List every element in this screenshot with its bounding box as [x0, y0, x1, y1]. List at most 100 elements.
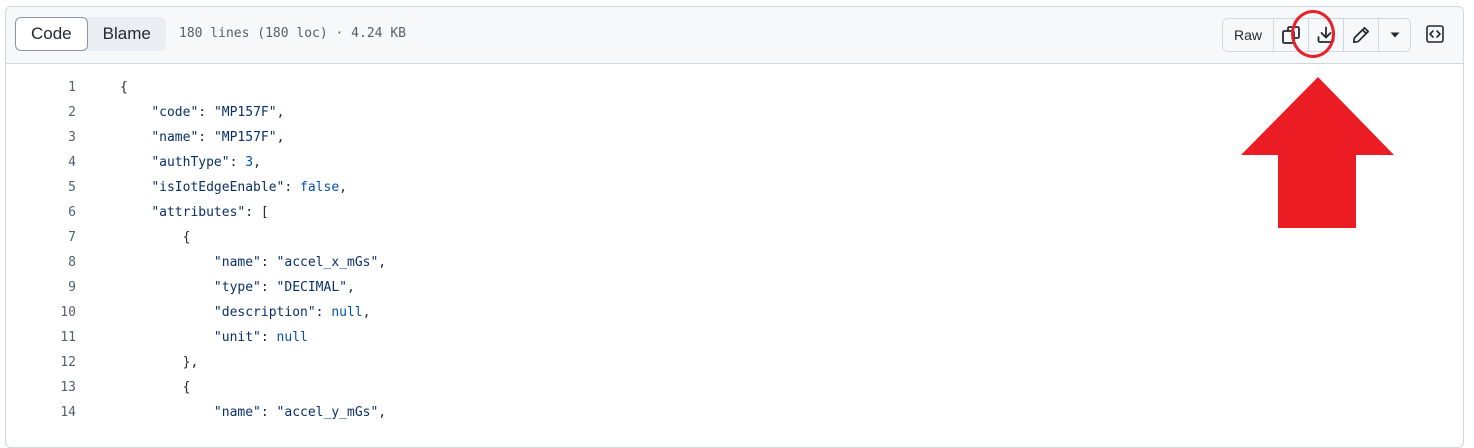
code-token: , [378, 405, 387, 420]
line-number[interactable]: 3 [6, 130, 76, 145]
line-content: "name": "MP157F", [76, 130, 284, 145]
triangle-down-icon [1390, 32, 1399, 38]
code-line: 4 "authType": 3, [6, 150, 1463, 175]
code-line: 8 "name": "accel_x_mGs", [6, 250, 1463, 275]
code-token: , [347, 280, 355, 295]
code-token: : [ [245, 205, 269, 220]
code-token: : [260, 280, 277, 295]
code-token: : [229, 155, 246, 170]
code-token: "authType" [151, 155, 230, 170]
tab-blame[interactable]: Blame [88, 17, 166, 51]
line-number[interactable]: 10 [6, 305, 76, 320]
line-content: "isIotEdgeEnable": false, [76, 180, 347, 195]
code-token: , [339, 180, 347, 195]
line-number[interactable]: 12 [6, 355, 76, 370]
code-token: : [284, 180, 301, 195]
code-line: 1{ [6, 75, 1463, 100]
code-token: , [253, 155, 261, 170]
code-line: 7 { [6, 225, 1463, 250]
code-token: , [362, 305, 371, 320]
line-number[interactable]: 13 [6, 380, 76, 395]
code-token: { [182, 380, 191, 395]
line-content: }, [76, 355, 199, 370]
code-token: "name" [213, 405, 261, 420]
code-token: null [331, 305, 363, 320]
code-token: , [378, 255, 387, 270]
code-line: 2 "code": "MP157F", [6, 100, 1463, 125]
code-token: 3 [245, 155, 254, 170]
code-token: "DECIMAL" [276, 280, 347, 295]
edit-button[interactable] [1343, 19, 1378, 51]
code-token: "name" [213, 255, 261, 270]
line-number[interactable]: 11 [6, 330, 76, 345]
line-number[interactable]: 1 [6, 80, 76, 95]
code-line: 10 "description": null, [6, 300, 1463, 325]
line-content: "description": null, [76, 305, 371, 320]
code-line: 3 "name": "MP157F", [6, 125, 1463, 150]
code-token: false [300, 180, 340, 195]
line-number[interactable]: 6 [6, 205, 76, 220]
line-content: { [76, 230, 191, 245]
line-content: "unit": null [76, 330, 308, 345]
line-content: "type": "DECIMAL", [76, 280, 355, 295]
code-token: : [260, 255, 277, 270]
view-toggle: Code Blame [15, 17, 166, 51]
code-token: null [276, 330, 308, 345]
line-number[interactable]: 4 [6, 155, 76, 170]
raw-button[interactable]: Raw [1223, 19, 1273, 51]
code-token: "MP157F" [213, 130, 277, 145]
tab-code[interactable]: Code [15, 17, 88, 51]
code-token: "MP157F" [213, 105, 277, 120]
code-token: }, [182, 355, 199, 370]
line-number[interactable]: 2 [6, 105, 76, 120]
code-token: "attributes" [151, 205, 246, 220]
line-number[interactable]: 5 [6, 180, 76, 195]
code-token: : [198, 130, 214, 145]
code-line: 13 { [6, 375, 1463, 400]
code-token: : [198, 105, 214, 120]
line-content: "attributes": [ [76, 205, 269, 220]
line-number[interactable]: 14 [6, 405, 76, 420]
copy-raw-button[interactable] [1273, 19, 1308, 51]
line-content: "name": "accel_y_mGs", [76, 405, 386, 420]
code-token: { [120, 80, 128, 95]
code-line: 14 "name": "accel_y_mGs", [6, 400, 1463, 425]
file-meta: 180 lines (180 loc) · 4.24 KB [179, 26, 406, 41]
line-content: "authType": 3, [76, 155, 261, 170]
code-token: "name" [151, 130, 199, 145]
file-actions: Raw [1222, 18, 1411, 52]
more-edit-options-button[interactable] [1378, 19, 1410, 51]
line-number[interactable]: 7 [6, 230, 76, 245]
code-token: "code" [151, 105, 199, 120]
code-token: "accel_y_mGs" [276, 405, 379, 420]
code-blob[interactable]: 1{2 "code": "MP157F", 3 "name": "MP157F",… [6, 64, 1463, 447]
code-token: : [260, 405, 277, 420]
download-button[interactable] [1308, 19, 1343, 51]
code-token: : [315, 305, 332, 320]
line-number[interactable]: 9 [6, 280, 76, 295]
code-token: "type" [213, 280, 261, 295]
code-token: , [276, 130, 285, 145]
line-content: "name": "accel_x_mGs", [76, 255, 386, 270]
line-content: { [76, 380, 191, 395]
line-number[interactable]: 8 [6, 255, 76, 270]
code-line: 9 "type": "DECIMAL", [6, 275, 1463, 300]
code-token: "isIotEdgeEnable" [151, 180, 285, 195]
line-content: { [76, 80, 128, 95]
code-line: 6 "attributes": [ [6, 200, 1463, 225]
code-token: "description" [213, 305, 316, 320]
code-line: 12 }, [6, 350, 1463, 375]
code-token: , [276, 105, 285, 120]
symbols-panel-button[interactable] [1422, 21, 1448, 47]
